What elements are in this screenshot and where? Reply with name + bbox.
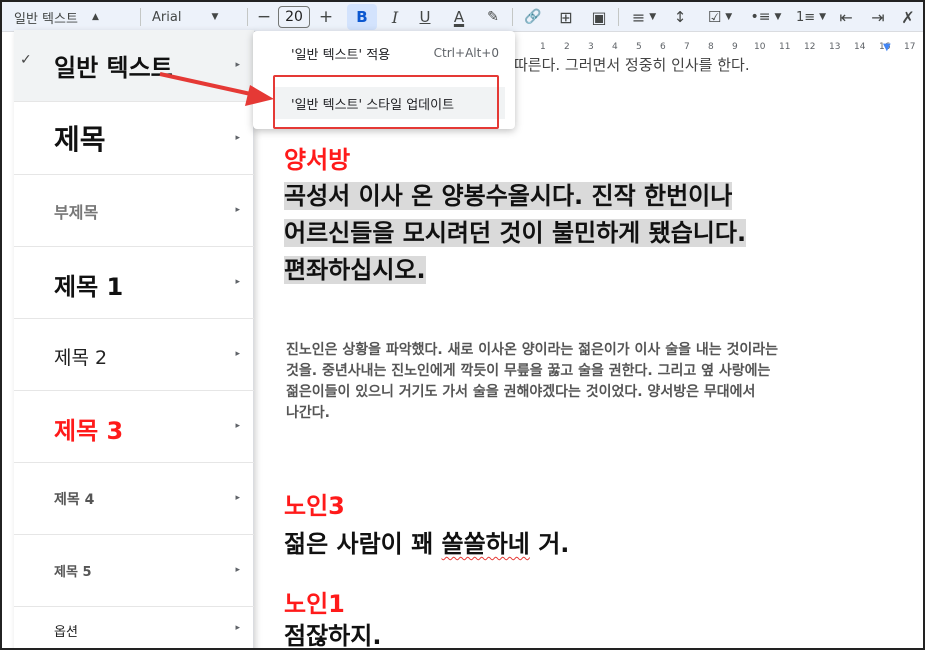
screenshot-frame: 일반 텍스트 ▲ Arial ▼ − 20 + B I U A ✎ 🔗 ⊞ ▣ …	[0, 0, 925, 650]
annotation-arrow-icon	[159, 72, 274, 106]
